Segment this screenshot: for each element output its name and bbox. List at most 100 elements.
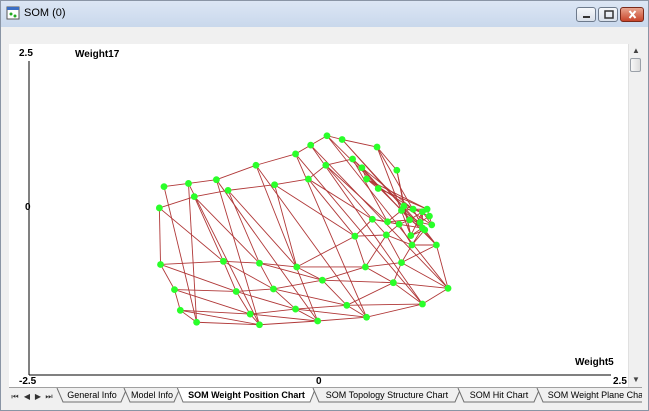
som-node <box>270 285 277 293</box>
som-edge <box>160 260 224 265</box>
som-node <box>252 161 260 169</box>
som-edge <box>250 308 296 315</box>
som-node <box>368 215 376 223</box>
som-edge <box>385 234 402 263</box>
som-node <box>395 220 403 228</box>
scroll-up-icon[interactable]: ▲ <box>632 47 640 55</box>
tab-som-topology-structure-chart[interactable]: SOM Topology Structure Chart <box>312 388 462 403</box>
tab-label: SOM Weight Plane Char <box>547 390 642 400</box>
y-axis-title: Weight17 <box>75 49 120 60</box>
som-node <box>171 286 178 293</box>
som-node <box>363 313 370 321</box>
som-node <box>307 141 315 149</box>
app-icon <box>6 6 20 20</box>
som-node <box>190 193 198 201</box>
chart-panel: Weight17 Weight5 2.5 0 -2.5 0 2.5 <box>9 44 628 387</box>
toolstrip <box>9 28 639 44</box>
som-node <box>271 181 279 189</box>
som-edge <box>216 164 257 181</box>
som-node <box>304 175 312 183</box>
som-node <box>444 284 452 292</box>
som-node <box>256 259 263 267</box>
minimize-button[interactable] <box>576 7 596 22</box>
som-edge <box>188 179 217 184</box>
som-edge <box>273 279 323 290</box>
som-edge <box>322 279 394 284</box>
title-bar[interactable]: SOM (0) <box>1 1 648 27</box>
som-node <box>351 232 359 240</box>
last-tab-icon[interactable]: ⏭ <box>45 392 53 402</box>
som-edge <box>295 304 347 310</box>
som-edge <box>322 279 348 306</box>
som-node <box>213 176 220 184</box>
close-button[interactable] <box>620 7 644 22</box>
som-node <box>428 221 436 229</box>
som-node <box>185 180 192 187</box>
som-node <box>224 186 232 194</box>
som-edge <box>227 190 260 264</box>
som-edge <box>393 282 423 305</box>
som-node <box>318 276 326 284</box>
y-tick-label-zero: 0 <box>25 202 31 213</box>
som-node <box>193 318 201 326</box>
x-tick-label-zero: 0 <box>316 376 322 387</box>
som-edge <box>366 178 428 210</box>
tab-model-info[interactable]: Model Info <box>123 388 181 403</box>
som-edge <box>255 164 367 318</box>
som-edge <box>216 179 319 322</box>
som-node <box>363 175 370 183</box>
som-edge <box>346 282 394 306</box>
som-edges <box>158 135 449 326</box>
next-tab-icon[interactable]: ▶ <box>34 392 42 402</box>
scroll-down-icon[interactable]: ▼ <box>632 376 640 384</box>
tab-label: SOM Hit Chart <box>469 390 529 400</box>
tab-label: Model Info <box>130 390 174 400</box>
first-tab-icon[interactable]: ⏮ <box>11 392 19 402</box>
som-edge <box>354 236 366 268</box>
som-node <box>389 279 397 287</box>
som-edge <box>366 303 423 318</box>
som-node <box>292 305 299 313</box>
som-edge <box>194 189 229 198</box>
maximize-button[interactable] <box>598 7 618 22</box>
axes <box>28 61 611 376</box>
tab-general-info[interactable]: General Info <box>56 388 128 403</box>
som-edge <box>365 266 394 284</box>
tab-som-hit-chart[interactable]: SOM Hit Chart <box>457 388 541 403</box>
som-node <box>157 261 164 268</box>
vertical-scrollbar[interactable]: ▲ ▼ <box>628 44 643 387</box>
som-node <box>292 150 299 158</box>
som-node <box>358 164 366 172</box>
som-edge <box>322 266 366 281</box>
x-tick-label-right: 2.5 <box>613 376 627 387</box>
som-edge <box>158 207 161 265</box>
som-node <box>314 317 322 325</box>
tab-som-weight-position-chart[interactable]: SOM Weight Position Chart <box>176 388 317 403</box>
som-edge <box>354 234 387 237</box>
som-node <box>155 204 163 212</box>
scroll-thumb[interactable] <box>630 58 641 72</box>
som-edge <box>255 153 296 166</box>
som-node <box>421 226 429 234</box>
som-edge <box>193 196 224 262</box>
som-node <box>384 218 391 226</box>
som-edge <box>274 178 309 186</box>
tab-label: SOM Weight Position Chart <box>188 390 305 400</box>
som-node <box>426 212 433 220</box>
x-axis-title: Weight5 <box>575 357 614 368</box>
som-node <box>393 166 401 174</box>
tab-label: General Info <box>67 390 117 400</box>
som-node <box>406 216 414 224</box>
prev-tab-icon[interactable]: ◀ <box>23 392 31 402</box>
som-node <box>343 301 351 309</box>
y-tick-label-top: 2.5 <box>19 48 33 59</box>
som-node <box>349 155 356 163</box>
som-edge <box>255 165 319 322</box>
som-node <box>407 232 415 239</box>
som-edge <box>227 184 275 191</box>
som-edge <box>376 146 398 171</box>
tab-label: SOM Topology Structure Chart <box>325 390 449 400</box>
som-node <box>433 241 440 249</box>
som-edge <box>193 196 260 264</box>
tab-som-weight-plane-chart[interactable]: SOM Weight Plane Char <box>536 388 642 403</box>
